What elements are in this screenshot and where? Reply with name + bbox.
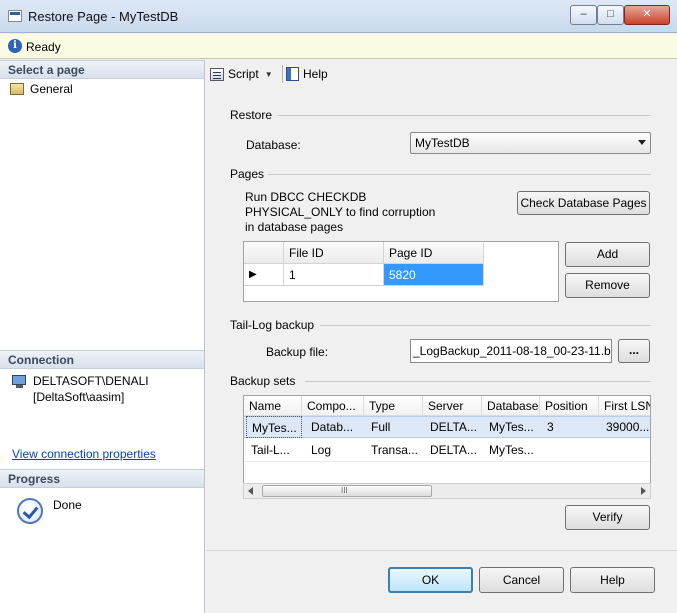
info-icon: i <box>8 39 22 53</box>
minimize-button[interactable]: – <box>570 5 597 25</box>
backup-file-input[interactable]: _LogBackup_2011-08-18_00-23-11.bak <box>410 339 612 363</box>
help-toolbar-button[interactable]: Help <box>286 66 328 82</box>
status-text: Ready <box>26 40 61 54</box>
taillog-group-title: Tail-Log backup <box>230 318 315 332</box>
row1-first-lsn[interactable]: 39000... <box>601 416 650 438</box>
row1-database[interactable]: MyTes... <box>484 416 540 438</box>
restore-group-line <box>277 115 651 116</box>
row1-name[interactable]: MyTes... <box>246 416 302 438</box>
grid-header-page-id[interactable]: Page ID <box>384 242 484 264</box>
pages-group-line <box>268 174 651 175</box>
backupsets-group-title: Backup sets <box>230 374 296 388</box>
toolbar: Script ▼ Help <box>206 60 677 86</box>
col-header-first-lsn[interactable]: First LSN <box>599 396 650 416</box>
maximize-button[interactable]: □ <box>597 5 624 25</box>
taillog-group-line <box>320 325 651 326</box>
row1-position[interactable]: 3 <box>542 416 599 438</box>
browse-backup-file-button[interactable]: ... <box>618 339 650 363</box>
row2-first-lsn[interactable] <box>601 439 650 461</box>
database-label: Database: <box>246 138 301 152</box>
check-database-pages-button[interactable]: Check Database Pages <box>517 191 650 215</box>
page-general-icon <box>10 83 24 95</box>
help-button[interactable]: Help <box>570 567 655 593</box>
row2-type[interactable]: Transa... <box>366 439 423 461</box>
pages-group-title: Pages <box>230 167 265 181</box>
restore-group-title: Restore <box>230 108 273 122</box>
close-button[interactable]: ✕ <box>624 5 670 25</box>
pages-grid: File ID Page ID ▶ 1 5820 <box>243 241 559 302</box>
row1-component[interactable]: Datab... <box>306 416 364 438</box>
select-page-header: Select a page <box>0 60 204 79</box>
script-button[interactable]: Script ▼ <box>210 66 273 82</box>
row2-component[interactable]: Log <box>306 439 364 461</box>
window-title: Restore Page - MyTestDB <box>28 9 179 24</box>
col-header-type[interactable]: Type <box>364 396 423 416</box>
left-panel: Select a page General Connection DELTASO… <box>0 60 205 613</box>
col-header-server[interactable]: Server <box>423 396 482 416</box>
view-connection-properties-link[interactable]: View connection properties <box>12 447 156 461</box>
footer-separator <box>206 550 677 551</box>
row2-name[interactable]: Tail-L... <box>246 439 302 461</box>
row-divider <box>244 461 650 462</box>
scroll-right-icon[interactable] <box>641 487 646 495</box>
connection-server: DELTASOFT\DENALI <box>33 374 149 388</box>
scroll-thumb[interactable]: III <box>262 485 432 497</box>
row1-type[interactable]: Full <box>366 416 423 438</box>
row2-database[interactable]: MyTes... <box>484 439 540 461</box>
pages-hint-line1: Run DBCC CHECKDB <box>245 190 367 204</box>
connection-header: Connection <box>0 350 204 369</box>
col-header-database[interactable]: Database <box>482 396 540 416</box>
backup-sets-hscrollbar[interactable]: III <box>243 483 651 499</box>
row1-server[interactable]: DELTA... <box>425 416 482 438</box>
script-dropdown-icon[interactable]: ▼ <box>265 70 273 79</box>
help-toolbar-label: Help <box>303 67 328 81</box>
script-icon <box>210 67 224 81</box>
row2-server[interactable]: DELTA... <box>425 439 482 461</box>
scroll-thumb-grip: III <box>341 486 348 495</box>
help-book-icon <box>286 67 299 81</box>
server-connection-icon <box>12 375 28 389</box>
remove-button[interactable]: Remove <box>565 273 650 298</box>
script-label: Script <box>228 67 259 81</box>
verify-button[interactable]: Verify <box>565 505 650 530</box>
page-item-label: General <box>30 82 73 96</box>
title-bar: Restore Page - MyTestDB – □ ✕ <box>0 0 677 33</box>
backupsets-group-line <box>305 381 651 382</box>
done-check-icon <box>17 498 43 524</box>
status-bar: i Ready <box>0 34 677 59</box>
grid-row-header-corner <box>244 242 284 264</box>
connection-info: DELTASOFT\DENALI [DeltaSoft\aasim] <box>33 373 149 405</box>
connection-user: [DeltaSoft\aasim] <box>33 390 125 404</box>
pages-hint-line3: in database pages <box>245 220 344 234</box>
row2-position[interactable] <box>542 439 599 461</box>
pages-hint: Run DBCC CHECKDB PHYSICAL_ONLY to find c… <box>245 190 435 235</box>
database-select[interactable]: MyTestDB <box>410 132 651 154</box>
progress-status: Done <box>53 498 82 512</box>
col-header-name[interactable]: Name <box>244 396 302 416</box>
pages-hint-line2: PHYSICAL_ONLY to find corruption <box>245 205 436 219</box>
grid-header-file-id[interactable]: File ID <box>284 242 384 264</box>
ok-button[interactable]: OK <box>388 567 473 593</box>
add-button[interactable]: Add <box>565 242 650 267</box>
progress-header: Progress <box>0 469 204 488</box>
scroll-left-icon[interactable] <box>248 487 253 495</box>
col-header-component[interactable]: Compo... <box>302 396 364 416</box>
grid-cell-page-id[interactable]: 5820 <box>384 264 484 286</box>
col-header-position[interactable]: Position <box>540 396 599 416</box>
chevron-down-icon <box>638 140 646 145</box>
backup-file-label: Backup file: <box>266 345 329 359</box>
window-icon <box>8 10 22 22</box>
database-select-value: MyTestDB <box>415 136 470 150</box>
grid-cell-file-id[interactable]: 1 <box>284 264 384 286</box>
cancel-button[interactable]: Cancel <box>479 567 564 593</box>
toolbar-separator <box>282 65 283 83</box>
row-indicator-icon: ▶ <box>244 264 284 286</box>
